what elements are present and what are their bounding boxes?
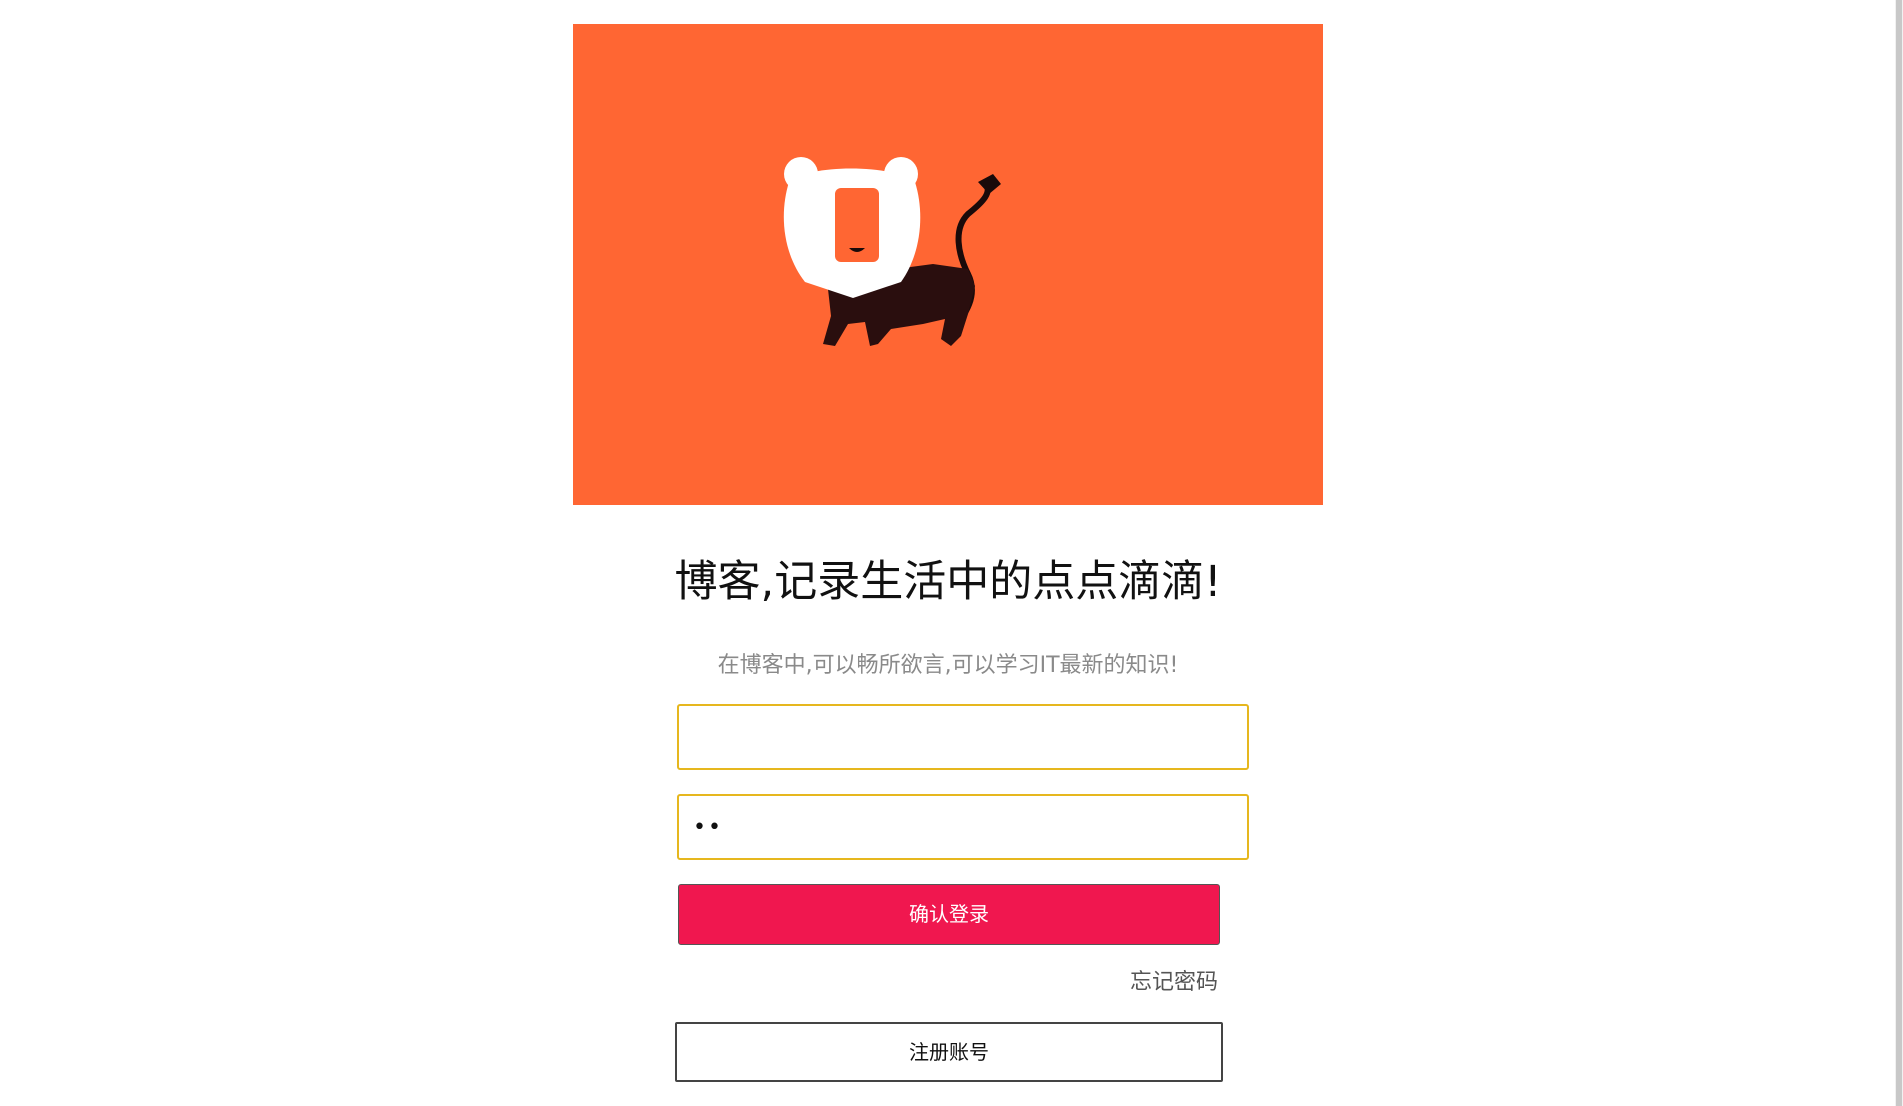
login-button[interactable]: 确认登录 — [678, 884, 1220, 945]
page-scrollbar[interactable] — [1895, 0, 1903, 1106]
scrollbar-thumb[interactable] — [1896, 0, 1902, 1106]
page-subtitle: 在博客中,可以畅所欲言,可以学习IT最新的知识! — [717, 653, 1179, 678]
hero-banner — [573, 24, 1323, 505]
tail-tip-shape — [978, 174, 1001, 194]
password-input[interactable] — [677, 794, 1249, 860]
lion-mascot-icon — [783, 157, 1001, 346]
register-button[interactable]: 注册账号 — [675, 1022, 1223, 1082]
username-input[interactable] — [677, 704, 1249, 770]
forgot-password-link[interactable]: 忘记密码 — [1080, 968, 1218, 998]
page-headline: 博客,记录生活中的点点滴滴! — [674, 557, 1222, 607]
